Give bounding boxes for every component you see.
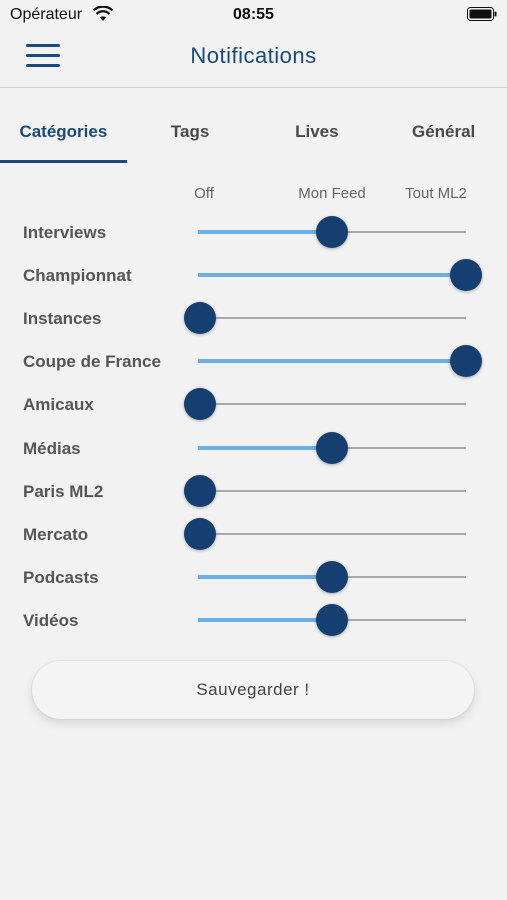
status-bar: Opérateur 08:55 [0,0,507,30]
category-label: Podcasts [23,567,99,587]
slider-fill [198,273,466,278]
tab-bar: Catégories Tags Lives Général [0,110,507,163]
notification-level-slider[interactable] [184,388,466,421]
category-row: Interviews [0,211,507,254]
battery-icon [467,7,497,21]
slider-fill [198,230,332,234]
notification-level-slider[interactable] [184,302,466,335]
category-row: Paris ML2 [0,470,507,513]
category-row: Amicaux [0,383,507,426]
slider-track [198,403,466,406]
category-row: Vidéos [0,599,507,642]
category-label: Mercato [23,524,89,544]
save-button[interactable]: Sauvegarder ! [32,661,474,719]
slider-thumb[interactable] [184,517,216,550]
slider-fill [198,445,332,450]
notification-level-slider[interactable] [184,474,466,507]
category-label: Coupe de France [23,352,161,372]
page-title: Notifications [190,43,317,68]
category-row: Instances [0,297,507,340]
notification-level-slider[interactable] [198,216,466,248]
app-header: Notifications [0,30,507,88]
notification-level-slider[interactable] [198,560,466,593]
category-label: Interviews [23,223,107,242]
slider-thumb[interactable] [184,302,216,335]
slider-thumb[interactable] [450,345,482,378]
notification-level-slider[interactable] [184,517,466,550]
slider-thumb[interactable] [450,259,482,292]
tab-lives[interactable]: Lives [254,110,381,162]
category-row: Championnat [0,254,507,297]
slider-thumb[interactable] [316,431,348,464]
category-row: Podcasts [0,556,507,599]
category-label: Amicaux [23,395,94,415]
notification-level-slider[interactable] [198,603,466,636]
clock: 08:55 [233,6,274,23]
tab-categories[interactable]: Catégories [0,110,127,163]
category-label: Paris ML2 [23,481,104,501]
notification-level-slider[interactable] [198,259,482,292]
category-row: Médias [0,427,507,470]
slider-fill [198,359,466,364]
column-label-off: Off [194,185,214,202]
column-label-tout-ml2: Tout ML2 [405,185,467,202]
slider-fill [198,574,332,579]
category-label: Vidéos [23,610,79,630]
category-row: Mercato [0,513,507,556]
category-label: Instances [23,309,102,329]
slider-track [198,489,466,492]
tab-general[interactable]: Général [380,110,507,162]
notification-level-slider[interactable] [198,431,466,464]
tab-tags[interactable]: Tags [127,110,254,162]
slider-track [198,532,466,535]
slider-thumb[interactable] [184,474,216,507]
slider-track [198,317,466,320]
notification-level-slider[interactable] [198,345,482,378]
category-label: Championnat [23,266,132,286]
slider-thumb[interactable] [316,216,348,248]
category-row: Coupe de France [0,340,507,383]
slider-thumb[interactable] [184,388,216,421]
slider-thumb[interactable] [316,603,348,636]
slider-thumb[interactable] [316,560,348,593]
slider-fill [198,617,332,622]
column-label-mon-feed: Mon Feed [298,185,366,202]
category-label: Médias [23,438,81,458]
